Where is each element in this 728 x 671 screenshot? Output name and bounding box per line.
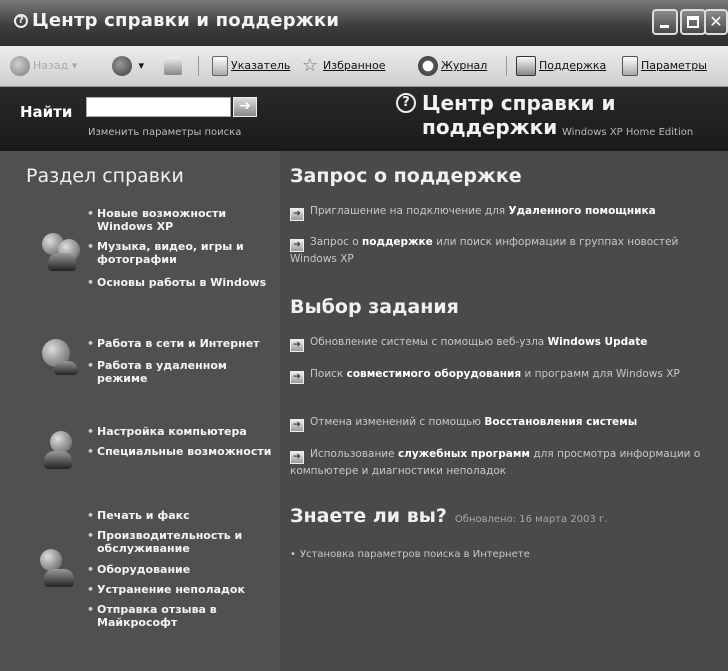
task-link[interactable]: ➔ Запрос о поддержке или поиск информации… — [290, 235, 702, 267]
history-button[interactable]: Журнал — [418, 55, 487, 77]
help-center-icon: ? — [14, 14, 28, 28]
user-settings-icon — [42, 431, 88, 471]
arrow-icon: ➔ — [290, 451, 304, 464]
network-icon — [40, 339, 86, 379]
forward-arrow-icon — [112, 56, 132, 76]
support-label: Поддержка — [539, 59, 607, 72]
topic-link[interactable]: Отправка отзыва в Майкрософт — [87, 603, 277, 629]
task-link[interactable]: ➔ Обновление системы с помощью веб-узла W… — [290, 335, 702, 352]
back-label: Назад — [33, 59, 69, 72]
close-button[interactable]: ✕ — [704, 9, 728, 35]
options-label: Параметры — [641, 59, 707, 72]
toolbar-separator — [198, 56, 199, 76]
task-text-bold: поддержке — [362, 236, 433, 248]
window-title: Центр справки и поддержки — [32, 10, 340, 31]
support-request-title: Запрос о поддержке — [290, 165, 522, 187]
home-icon — [164, 57, 182, 75]
task-text-bold: Удаленного помощника — [508, 205, 656, 217]
topic-link[interactable]: Оборудование — [87, 563, 277, 576]
support-button[interactable]: Поддержка — [516, 55, 606, 77]
search-input[interactable] — [86, 97, 231, 117]
task-text: Поиск — [310, 368, 347, 380]
did-you-know-title: Знаете ли вы? — [290, 505, 447, 527]
main-content: Раздел справки Новые возможности Windows… — [0, 151, 728, 671]
search-go-button[interactable]: ➔ — [233, 97, 257, 117]
history-label: Журнал — [441, 59, 488, 72]
options-button[interactable]: Параметры — [622, 55, 707, 77]
task-text: Приглашение на подключение для — [310, 205, 509, 217]
help-topics-panel: Раздел справки Новые возможности Windows… — [0, 151, 280, 671]
topic-link[interactable]: Производительность и обслуживание — [87, 529, 277, 555]
topic-link[interactable]: Настройка компьютера — [87, 425, 277, 438]
task-link[interactable]: ➔ Использование служебных программ для пр… — [290, 447, 702, 479]
favorites-button[interactable]: ☆ Избранное — [300, 55, 386, 77]
topic-link[interactable]: Основы работы в Windows — [87, 276, 277, 289]
toolbar: Назад ▾ ▾ Указатель ☆ Избранное Журнал По… — [0, 46, 728, 87]
updated-date: Обновлено: 16 марта 2003 г. — [454, 514, 608, 525]
search-label: Найти — [20, 103, 73, 121]
support-icon — [516, 56, 536, 76]
task-text: Использование — [310, 448, 398, 460]
search-options-link[interactable]: Изменить параметры поиска — [88, 127, 241, 138]
options-document-icon — [622, 56, 638, 76]
task-link[interactable]: ➔ Поиск совместимого оборудования и прогр… — [290, 367, 702, 384]
task-text-bold: совместимого оборудования — [346, 368, 522, 380]
home-button[interactable] — [164, 55, 185, 77]
windows-edition: Windows XP Home Edition — [562, 127, 694, 138]
task-text-bold: служебных программ — [397, 448, 531, 460]
minimize-button[interactable] — [652, 9, 678, 35]
printer-icon — [36, 549, 82, 589]
task-text: и программ для Windows XP — [521, 368, 680, 380]
task-link[interactable]: ➔ Отмена изменений с помощью Восстановлен… — [290, 415, 702, 432]
pick-task-title: Выбор задания — [290, 296, 459, 318]
search-band: Найти ➔ Изменить параметры поиска ? Цент… — [0, 87, 728, 151]
task-link[interactable]: ➔ Приглашение на подключение для Удаленно… — [290, 204, 702, 221]
forward-button[interactable]: ▾ — [112, 55, 144, 77]
favorites-label: Избранное — [323, 59, 386, 72]
topic-link[interactable]: Музыка, видео, игры и фотографии — [87, 240, 277, 266]
index-label: Указатель — [231, 59, 291, 72]
star-icon: ☆ — [301, 55, 319, 76]
did-you-know-section: Знаете ли вы? Обновлено: 16 марта 2003 г. — [290, 505, 607, 527]
index-book-icon — [212, 56, 228, 76]
help-center-icon: ? — [396, 93, 416, 113]
arrow-icon: ➔ — [290, 419, 304, 432]
help-center-window: ? Центр справки и поддержки ✕ Назад ▾ ▾ … — [0, 0, 728, 671]
topic-link[interactable]: Печать и факс — [87, 509, 277, 522]
topic-link[interactable]: Новые возможности Windows XP — [87, 207, 277, 233]
arrow-icon: ➔ — [290, 371, 304, 384]
task-text-bold: Windows Update — [547, 336, 648, 348]
topic-link[interactable]: Работа в сети и Интернет — [87, 337, 277, 350]
topic-link[interactable]: Устранение неполадок — [87, 583, 277, 596]
history-clock-icon — [418, 56, 438, 76]
index-button[interactable]: Указатель — [212, 55, 290, 77]
maximize-button[interactable] — [680, 9, 706, 35]
arrow-icon: ➔ — [290, 339, 304, 352]
back-button[interactable]: Назад ▾ — [10, 55, 77, 77]
arrow-icon: ➔ — [290, 208, 304, 221]
task-text-bold: Восстановления системы — [484, 416, 638, 428]
back-arrow-icon — [10, 56, 30, 76]
people-icon — [40, 233, 86, 273]
topic-link[interactable]: Работа в удаленном режиме — [87, 359, 277, 385]
task-text: Отмена изменений с помощью — [310, 416, 485, 428]
help-topics-title: Раздел справки — [26, 165, 184, 187]
arrow-icon: ➔ — [290, 239, 304, 252]
toolbar-separator — [506, 56, 507, 76]
did-you-know-link[interactable]: Установка параметров поиска в Интернете — [290, 549, 530, 560]
task-text: Обновление системы с помощью веб-узла — [310, 336, 548, 348]
title-bar[interactable]: ? Центр справки и поддержки ✕ — [0, 0, 728, 46]
task-text: Запрос о — [310, 236, 362, 248]
topic-link[interactable]: Специальные возможности — [87, 445, 277, 458]
